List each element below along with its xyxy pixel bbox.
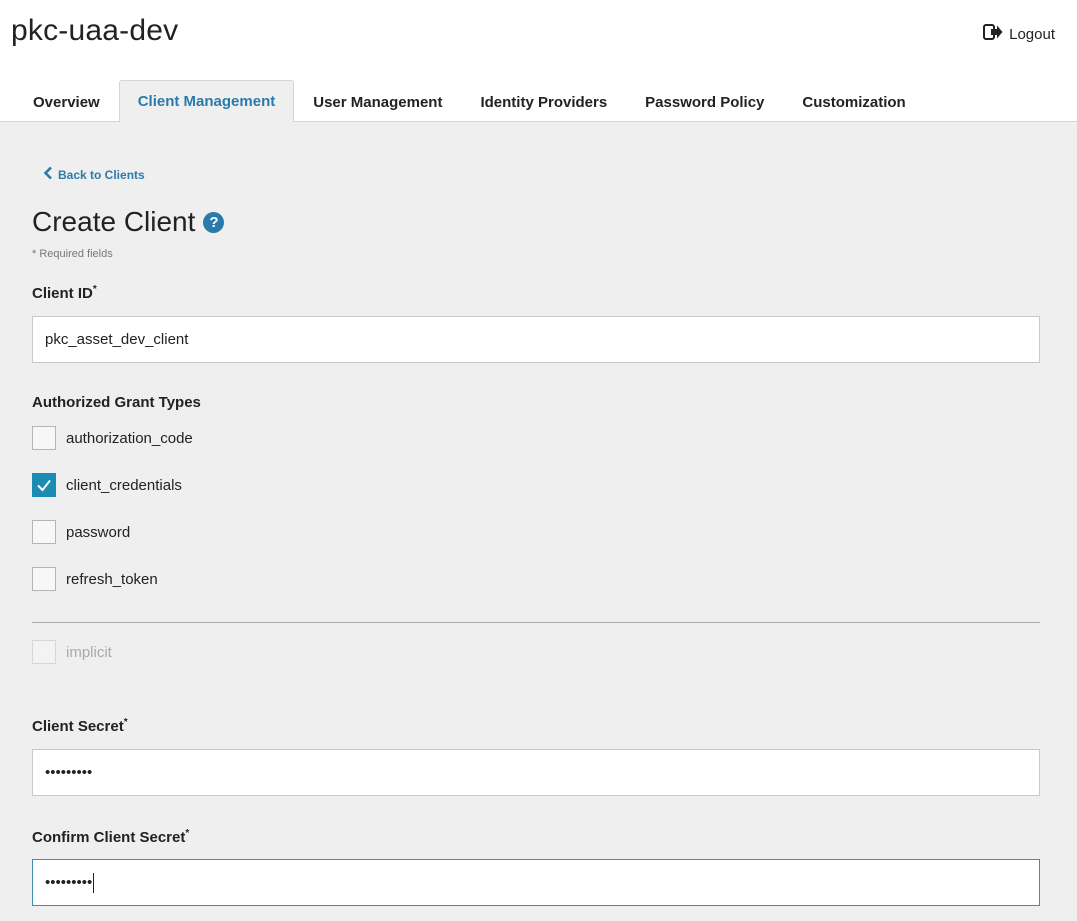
tab-bar: Overview Client Management User Manageme…	[14, 80, 925, 122]
tab-client-management[interactable]: Client Management	[118, 80, 295, 122]
grant-type-label: password	[66, 523, 131, 541]
tab-customization[interactable]: Customization	[783, 81, 924, 122]
grant-type-refresh-token[interactable]: refresh_token	[32, 567, 158, 591]
required-mark: *	[92, 284, 97, 295]
client-id-value: pkc_asset_dev_client	[45, 331, 189, 348]
confirm-secret-label: Confirm Client Secret*	[32, 828, 189, 846]
required-mark: *	[123, 717, 128, 728]
back-label: Back to Clients	[58, 167, 145, 182]
grant-types-label: Authorized Grant Types	[32, 394, 201, 411]
client-secret-value: •••••••••	[45, 764, 93, 781]
checkbox-checked[interactable]	[32, 473, 56, 497]
client-id-label: Client ID*	[32, 284, 97, 302]
required-fields-note: * Required fields	[32, 248, 113, 260]
grant-type-password[interactable]: password	[32, 520, 130, 544]
grant-type-label: refresh_token	[66, 570, 158, 588]
grant-type-implicit: implicit	[32, 640, 112, 664]
tab-overview[interactable]: Overview	[14, 81, 119, 122]
divider	[32, 622, 1040, 623]
question-circle-icon[interactable]: ?	[203, 211, 225, 233]
tab-password-policy[interactable]: Password Policy	[626, 81, 783, 122]
app-title: pkc-uaa-dev	[11, 14, 179, 47]
grant-type-label: implicit	[66, 643, 112, 661]
app-header: pkc-uaa-dev Logout Overview Client Manag…	[0, 0, 1077, 122]
client-id-label-text: Client ID	[32, 285, 93, 302]
checkbox[interactable]	[32, 520, 56, 544]
text-caret	[93, 872, 95, 893]
tab-identity-providers[interactable]: Identity Providers	[461, 81, 626, 122]
client-id-input[interactable]: pkc_asset_dev_client	[32, 316, 1040, 363]
logout-label: Logout	[1009, 25, 1055, 43]
page-title: Create Client ?	[32, 206, 225, 238]
chevron-left-icon	[43, 166, 53, 183]
required-mark: *	[185, 828, 190, 839]
confirm-secret-value: •••••••••	[45, 874, 93, 891]
client-secret-label: Client Secret*	[32, 717, 128, 735]
page-title-text: Create Client	[32, 206, 196, 237]
checkbox[interactable]	[32, 567, 56, 591]
checkbox-disabled	[32, 640, 56, 664]
back-to-clients-link[interactable]: Back to Clients	[43, 166, 145, 183]
grant-type-authorization-code[interactable]: authorization_code	[32, 426, 193, 450]
logout-icon	[983, 22, 1003, 46]
grant-type-label: client_credentials	[66, 476, 182, 494]
tab-user-management[interactable]: User Management	[294, 81, 461, 122]
grant-type-client-credentials[interactable]: client_credentials	[32, 473, 182, 497]
client-secret-input[interactable]: •••••••••	[32, 749, 1040, 796]
logout-button[interactable]: Logout	[983, 22, 1055, 46]
confirm-secret-input[interactable]: •••••••••	[32, 859, 1040, 906]
checkmark-icon	[37, 479, 51, 492]
client-secret-label-text: Client Secret	[32, 718, 124, 735]
grant-type-label: authorization_code	[66, 429, 193, 447]
checkbox[interactable]	[32, 426, 56, 450]
confirm-secret-label-text: Confirm Client Secret	[32, 829, 186, 846]
